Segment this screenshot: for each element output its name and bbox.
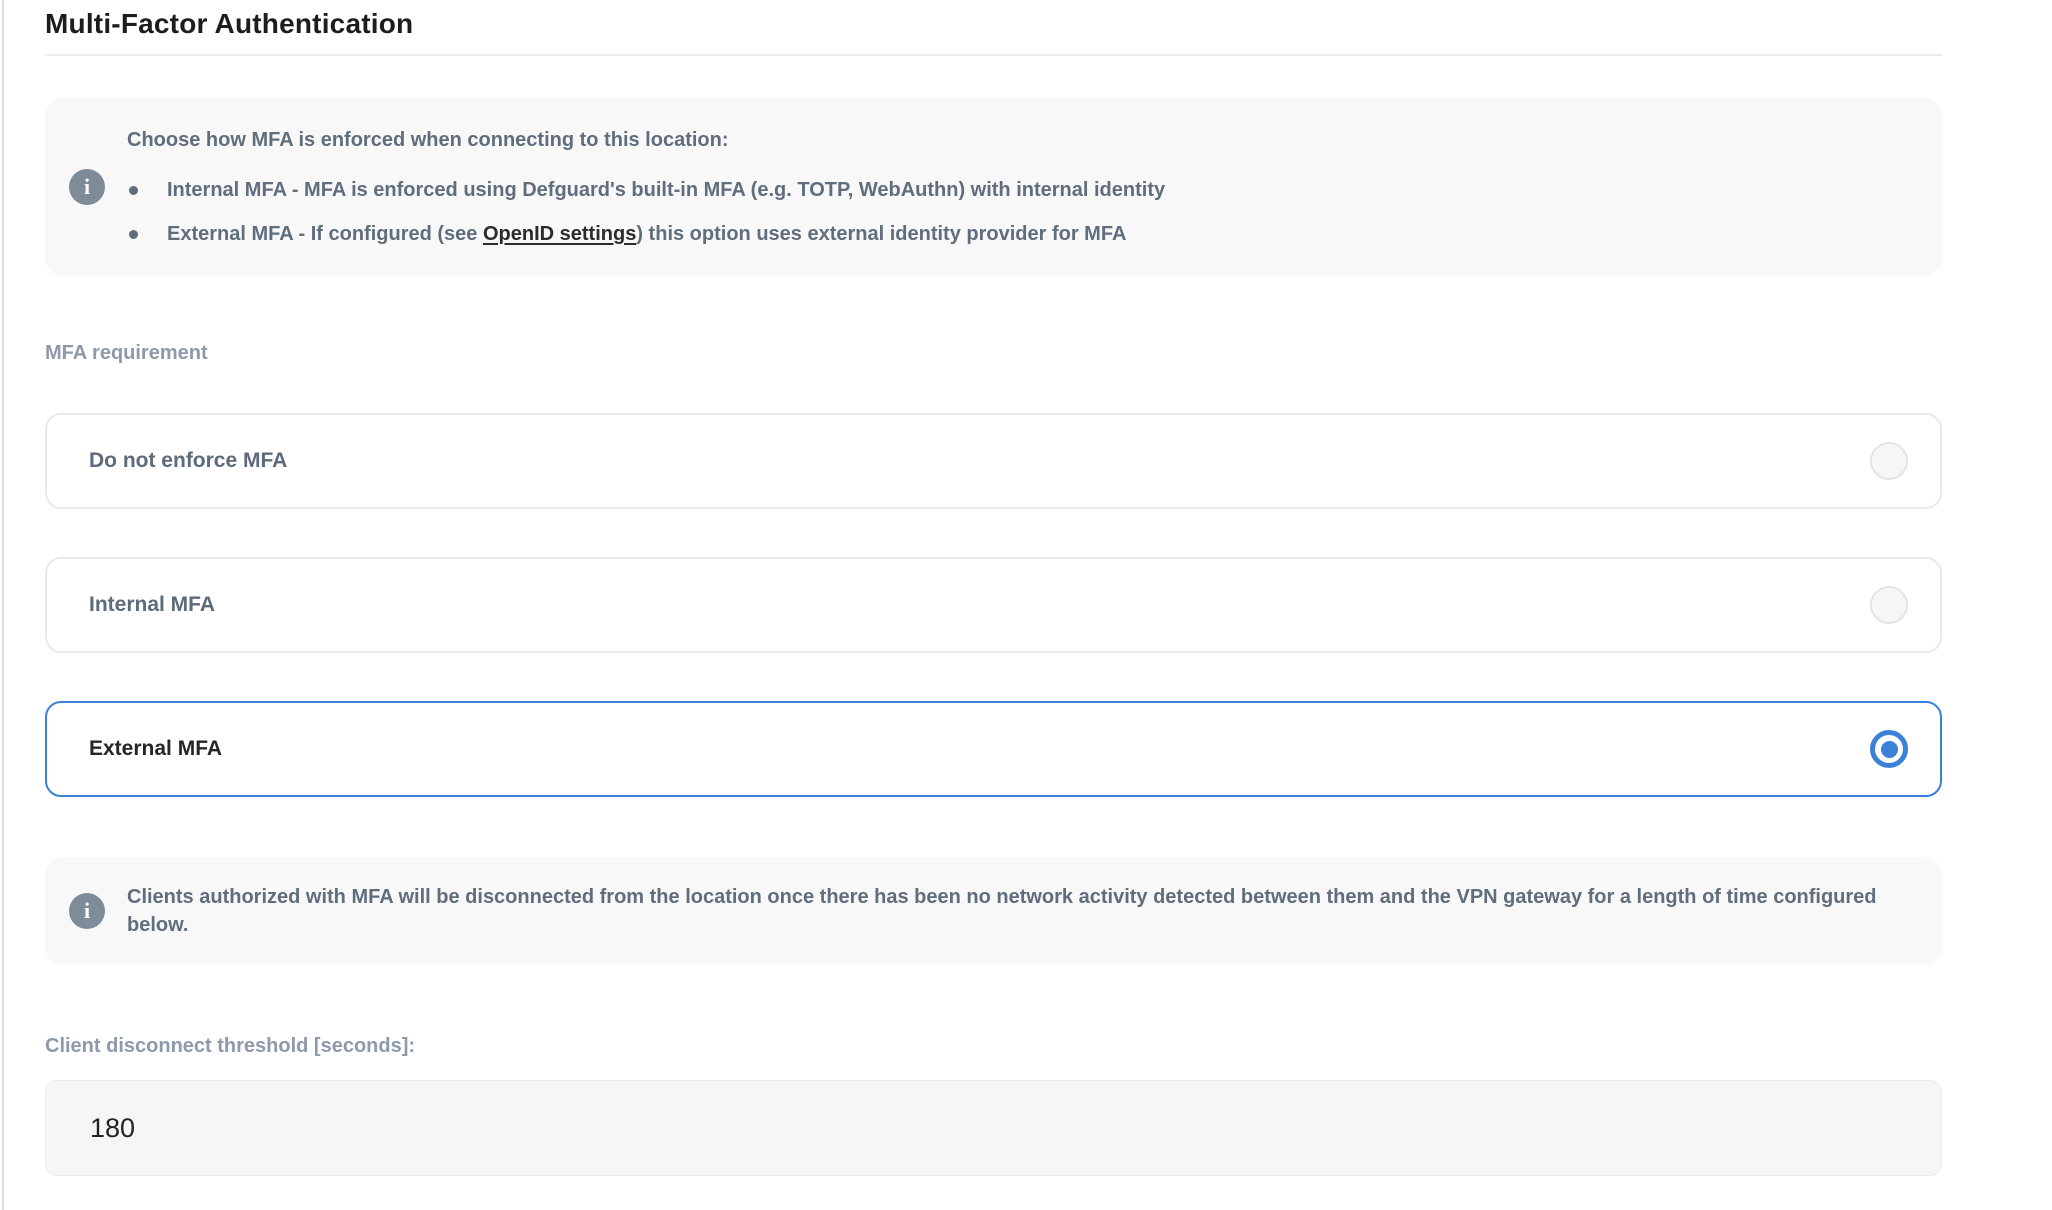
radio-checked-icon[interactable] — [1870, 730, 1908, 768]
bullet-text: External MFA - If configured (see — [167, 223, 483, 245]
option-label: External MFA — [89, 737, 222, 761]
option-label: Internal MFA — [89, 593, 215, 617]
radio-unchecked-icon[interactable] — [1870, 442, 1908, 480]
radio-unchecked-icon[interactable] — [1870, 586, 1908, 624]
panel-left-divider — [2, 0, 4, 1210]
title-divider — [45, 54, 1942, 56]
mfa-settings-section: Multi-Factor Authentication i Choose how… — [45, 0, 1942, 1176]
openid-settings-link[interactable]: OpenID settings — [483, 223, 636, 245]
page-title: Multi-Factor Authentication — [45, 8, 1942, 40]
option-label: Do not enforce MFA — [89, 449, 287, 473]
mfa-info-bullet-external: External MFA - If configured (see OpenID… — [127, 220, 1165, 248]
mfa-option-internal[interactable]: Internal MFA — [45, 557, 1942, 653]
mfa-info-bullet-list: Internal MFA - MFA is enforced using Def… — [127, 176, 1165, 248]
client-disconnect-threshold-label: Client disconnect threshold [seconds]: — [45, 1035, 1942, 1058]
bullet-text: ) this option uses external identity pro… — [636, 223, 1126, 245]
mfa-info-bullet-internal: Internal MFA - MFA is enforced using Def… — [127, 176, 1165, 204]
mfa-info-intro: Choose how MFA is enforced when connecti… — [127, 126, 1165, 154]
mfa-info-text: Choose how MFA is enforced when connecti… — [127, 126, 1165, 248]
mfa-option-do-not-enforce[interactable]: Do not enforce MFA — [45, 413, 1942, 509]
info-icon: i — [69, 893, 105, 929]
info-icon: i — [69, 169, 105, 205]
mfa-info-box: i Choose how MFA is enforced when connec… — [45, 98, 1942, 276]
client-disconnect-threshold-input[interactable] — [45, 1080, 1942, 1176]
mfa-requirement-label: MFA requirement — [45, 342, 1942, 365]
bullet-text: Internal MFA - MFA is enforced using Def… — [167, 179, 1165, 201]
mfa-option-external[interactable]: External MFA — [45, 701, 1942, 797]
disconnect-info-text: Clients authorized with MFA will be disc… — [127, 883, 1902, 939]
disconnect-info-box: i Clients authorized with MFA will be di… — [45, 857, 1942, 965]
